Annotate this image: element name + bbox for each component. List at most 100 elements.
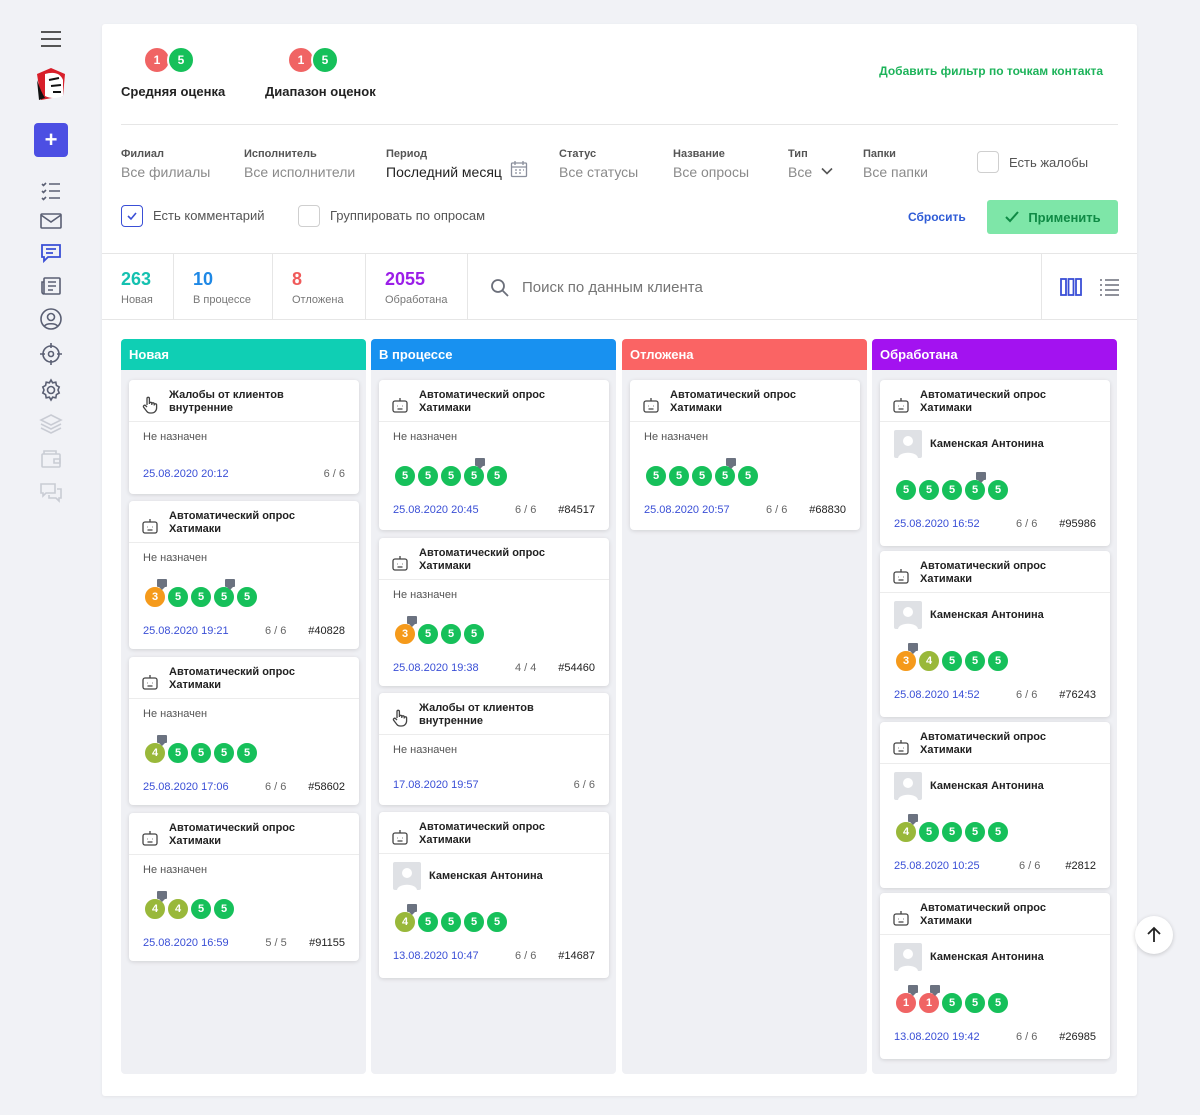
robot-icon: [392, 397, 408, 413]
stat-in-progress[interactable]: 10 В процессе: [193, 269, 251, 306]
layers-icon[interactable]: [38, 411, 64, 437]
score-badge: 5: [644, 464, 668, 488]
answer-count: 6 / 6: [323, 468, 345, 480]
score-badge: 5: [986, 991, 1010, 1015]
assignee: Каменская Антонина: [894, 943, 1044, 971]
ticket-card[interactable]: Автоматический опрос Хатимаки Не назначен…: [129, 657, 359, 805]
stat-processed[interactable]: 2055 Обработана: [385, 269, 448, 306]
score-badge: 5: [894, 478, 918, 502]
ticket-card[interactable]: Автоматический опрос Хатимаки Каменская А…: [880, 380, 1110, 546]
avatar: [894, 430, 922, 458]
assignee-label: Не назначен: [393, 744, 458, 756]
score-range-label: Диапазон оценок: [265, 84, 376, 99]
filter-folders[interactable]: Папки Все папки: [863, 148, 928, 180]
news-icon[interactable]: [38, 273, 64, 299]
score-badge: 5: [416, 622, 440, 646]
ticket-card[interactable]: Жалобы от клиентов внутренние Не назначен…: [379, 693, 609, 805]
assignee: Каменская Антонина: [894, 772, 1044, 800]
comment-icon: [157, 891, 167, 902]
ticket-number: #26985: [1059, 1031, 1096, 1043]
group-by-survey-checkbox[interactable]: [298, 205, 320, 227]
ticket-card[interactable]: Автоматический опрос Хатимаки Каменская А…: [880, 722, 1110, 888]
answer-count: 6 / 6: [514, 504, 537, 516]
ticket-card[interactable]: Автоматический опрос Хатимаки Не назначен…: [630, 380, 860, 530]
column-in-progress: В процессе Автоматический опрос Хатимаки …: [371, 339, 616, 1074]
filter-status[interactable]: Статус Все статусы: [559, 148, 638, 180]
checklist-icon[interactable]: [38, 178, 64, 204]
answer-count: 6 / 6: [1015, 518, 1038, 530]
chat-icon[interactable]: [38, 240, 64, 266]
comment-icon: [225, 579, 235, 590]
complaints-label: Есть жалобы: [1009, 155, 1089, 170]
reset-button[interactable]: Сбросить: [908, 210, 966, 224]
filter-executor[interactable]: Исполнитель Все исполнители: [244, 148, 355, 180]
ticket-date: 13.08.2020 19:42: [894, 1031, 980, 1043]
hamburger-menu-icon[interactable]: [38, 26, 64, 52]
filter-survey-name[interactable]: Название Все опросы: [673, 148, 749, 180]
scroll-to-top-button[interactable]: [1135, 916, 1173, 954]
ticket-card[interactable]: Автоматический опрос Хатимаки Не назначен…: [379, 538, 609, 686]
target-icon[interactable]: [38, 341, 64, 367]
column-postponed: Отложена Автоматический опрос Хатимаки Не…: [622, 339, 867, 1074]
ticket-card[interactable]: Жалобы от клиентов внутренние Не назначен…: [129, 380, 359, 494]
ticket-card[interactable]: Автоматический опрос Хатимаки Каменская А…: [880, 551, 1110, 717]
chevron-down-icon[interactable]: [820, 164, 834, 178]
score-badge: 5: [439, 910, 463, 934]
comment-checkbox[interactable]: [121, 205, 143, 227]
stat-new[interactable]: 263 Новая: [121, 269, 153, 306]
score-badge: 5: [235, 585, 259, 609]
divider: [365, 254, 366, 319]
settings-gear-icon[interactable]: [38, 377, 64, 403]
score-badge: 5: [963, 649, 987, 673]
divider: [102, 253, 1137, 254]
score-badge: 5: [940, 478, 964, 502]
column-header: Обработана: [872, 339, 1117, 370]
divider: [173, 254, 174, 319]
avg-max-score: 5: [167, 46, 195, 74]
ticket-number: #76243: [1059, 689, 1096, 701]
complaints-checkbox[interactable]: [977, 151, 999, 173]
ticket-card[interactable]: Автоматический опрос Хатимаки Не назначен…: [129, 813, 359, 961]
ticket-number: #2812: [1065, 860, 1096, 872]
list-view-icon[interactable]: [1097, 275, 1121, 299]
score-row: 5 5 5 5 5: [894, 478, 1010, 502]
robot-icon: [142, 674, 158, 690]
filter-type[interactable]: Тип Все: [788, 148, 812, 180]
messages-icon[interactable]: [38, 480, 64, 506]
add-button[interactable]: +: [34, 123, 68, 157]
divider: [102, 319, 1137, 320]
score-badge: 5: [416, 910, 440, 934]
score-badge: 5: [736, 464, 760, 488]
ticket-number: #14687: [558, 950, 595, 962]
ticket-card[interactable]: Автоматический опрос Хатимаки Не назначен…: [379, 380, 609, 530]
ticket-card[interactable]: Автоматический опрос Хатимаки Каменская А…: [880, 893, 1110, 1059]
avatar: [894, 943, 922, 971]
kanban-view-icon[interactable]: [1059, 275, 1083, 299]
mail-icon[interactable]: [38, 208, 64, 234]
search-input[interactable]: [522, 274, 1022, 300]
answer-count: 6 / 6: [765, 504, 788, 516]
logo[interactable]: [33, 66, 69, 102]
score-badge: 5: [963, 991, 987, 1015]
score-badge: 5: [667, 464, 691, 488]
assignee-label: Не назначен: [393, 431, 458, 443]
filter-branch[interactable]: Филиал Все филиалы: [121, 148, 210, 180]
score-badge: 5: [212, 897, 236, 921]
ticket-card[interactable]: Автоматический опрос Хатимаки Не назначен…: [129, 501, 359, 649]
comment-icon: [908, 814, 918, 825]
stat-postponed[interactable]: 8 Отложена: [292, 269, 344, 306]
group-by-survey-label: Группировать по опросам: [330, 208, 486, 223]
score-badge: 5: [963, 820, 987, 844]
assignee-label: Не назначен: [143, 708, 208, 720]
user-icon[interactable]: [38, 306, 64, 332]
filter-period[interactable]: Период Последний месяц: [386, 148, 502, 180]
average-score-label: Средняя оценка: [121, 84, 226, 99]
ticket-card[interactable]: Автоматический опрос Хатимаки Каменская А…: [379, 812, 609, 978]
calendar-icon[interactable]: [510, 160, 528, 178]
add-touchpoint-filter-link[interactable]: Добавить фильтр по точкам контакта: [879, 64, 1103, 78]
wallet-icon[interactable]: [38, 446, 64, 472]
comment-icon: [157, 579, 167, 590]
score-badge: 5: [485, 464, 509, 488]
apply-button[interactable]: Применить: [987, 200, 1118, 234]
column-processed: Обработана Автоматический опрос Хатимаки …: [872, 339, 1117, 1074]
